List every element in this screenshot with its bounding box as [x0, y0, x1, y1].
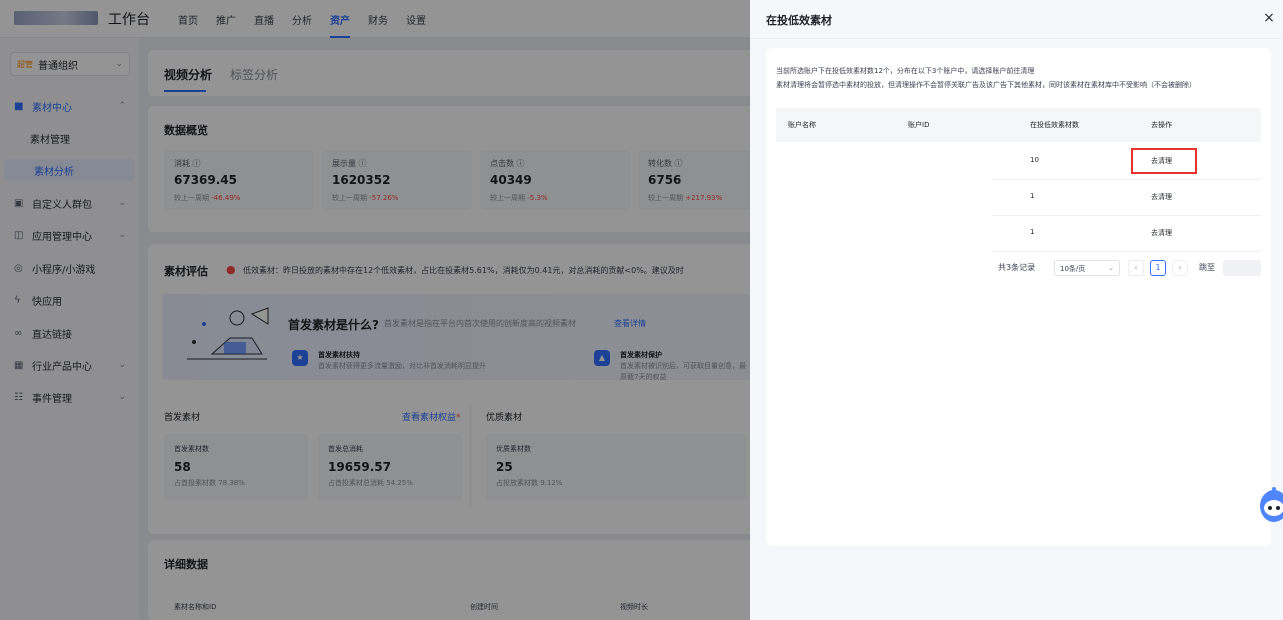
drawer-title: 在投低效素材	[766, 14, 832, 27]
divider	[750, 38, 1283, 39]
drawer-content-card: 当前所选账户下在投低效素材数12个，分布在以下3个账户中，请选择账户前往清理 素…	[766, 48, 1271, 546]
low-count-cell: 10	[1030, 156, 1039, 164]
page-size-value: 10条/页	[1060, 265, 1086, 273]
page-number-button[interactable]: 1	[1150, 260, 1166, 276]
table-row: 1 去清理	[992, 180, 1261, 216]
column-header-account-name: 账户名称	[788, 121, 816, 129]
close-icon[interactable]: ×	[1259, 10, 1279, 26]
drawer-warning-note: 素材清理将会暂停选中素材的投放，但清理操作不会暂停关联广告及该广告下其他素材，同…	[776, 81, 1196, 89]
drawer-note: 当前所选账户下在投低效素材数12个，分布在以下3个账户中，请选择账户前往清理	[776, 67, 1035, 75]
column-header-action: 去操作	[1151, 121, 1172, 129]
total-records: 共3条记录	[998, 263, 1036, 272]
low-efficiency-drawer: 在投低效素材 × 当前所选账户下在投低效素材数12个，分布在以下3个账户中，请选…	[750, 0, 1283, 620]
clean-button[interactable]: 去清理	[1151, 228, 1172, 238]
jump-page-input[interactable]	[1223, 260, 1261, 276]
next-page-button[interactable]: ›	[1172, 260, 1188, 276]
table-row: 1 去清理	[992, 216, 1261, 252]
page-size-select[interactable]: 10条/页 ⌄	[1054, 260, 1120, 276]
prev-page-button[interactable]: ‹	[1128, 260, 1144, 276]
modal-mask[interactable]	[0, 0, 750, 620]
chevron-down-icon: ⌄	[1108, 264, 1114, 272]
table-row: 10 去清理	[992, 144, 1261, 180]
clean-button[interactable]: 去清理	[1151, 192, 1172, 202]
low-count-cell: 1	[1030, 192, 1035, 200]
column-header-low-count: 在投低效素材数	[1030, 121, 1079, 129]
low-count-cell: 1	[1030, 228, 1035, 236]
column-header-account-id: 账户ID	[908, 121, 930, 129]
highlight-box	[1131, 148, 1197, 174]
table-header: 账户名称 账户ID 在投低效素材数 去操作	[776, 108, 1261, 142]
assistant-robot-icon[interactable]	[1258, 484, 1283, 528]
jump-label: 跳至	[1199, 263, 1215, 272]
